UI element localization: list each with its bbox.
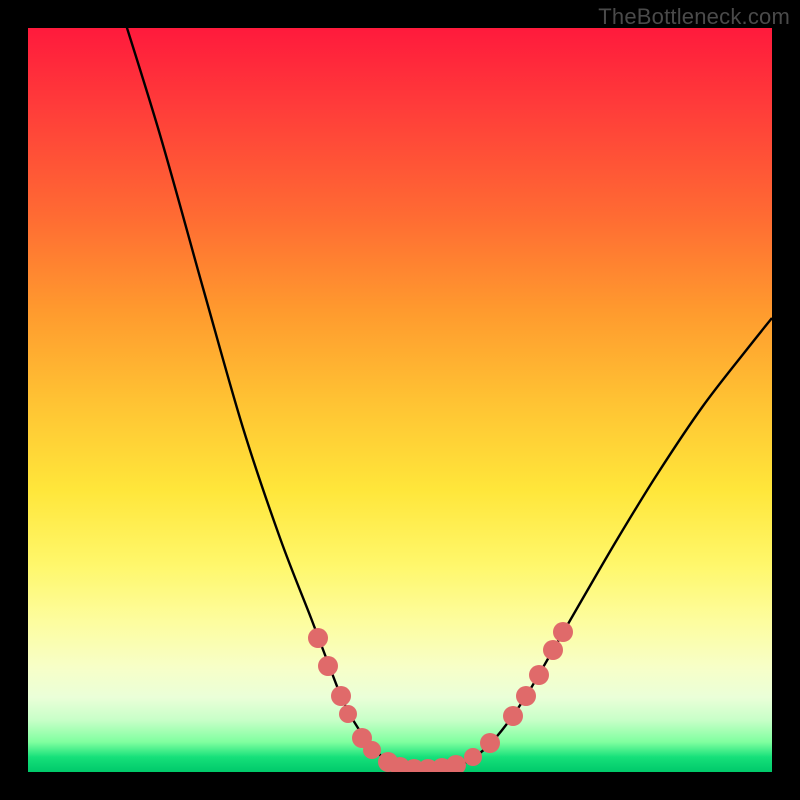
data-dot [331, 686, 351, 706]
data-dot [446, 755, 466, 772]
data-dot [464, 748, 482, 766]
curve-right-branch [448, 318, 772, 768]
data-dot [480, 733, 500, 753]
data-dot [529, 665, 549, 685]
data-dot [516, 686, 536, 706]
bottleneck-curve [28, 28, 772, 772]
data-dot [553, 622, 573, 642]
plot-area [28, 28, 772, 772]
curve-left-branch [108, 28, 406, 768]
data-dot [503, 706, 523, 726]
data-dot [318, 656, 338, 676]
data-dot [543, 640, 563, 660]
chart-frame: TheBottleneck.com [0, 0, 800, 800]
data-dot [308, 628, 328, 648]
data-dot [339, 705, 357, 723]
data-dot [363, 741, 381, 759]
watermark-text: TheBottleneck.com [598, 4, 790, 30]
data-dots [308, 622, 573, 772]
